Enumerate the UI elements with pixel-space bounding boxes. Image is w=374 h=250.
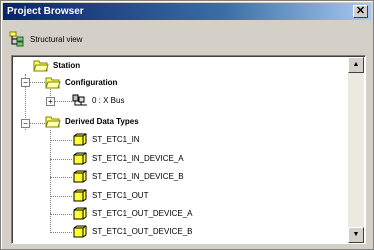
tree-node-derived-data-types[interactable]: Derived Data Types: [45, 115, 139, 128]
type-label: ST_ETC1_OUT_DEVICE_A: [92, 209, 193, 218]
structural-view-label[interactable]: Structural view: [30, 35, 82, 44]
collapse-configuration-toggle[interactable]: −: [21, 78, 30, 87]
tree-node-type[interactable]: ST_ETC1_OUT: [72, 189, 148, 202]
tree-connector: [50, 177, 72, 178]
folder-open-icon: [33, 59, 49, 72]
data-type-icon: [72, 225, 88, 238]
tree-connector: [50, 130, 51, 213]
tree-node-type[interactable]: ST_ETC1_IN: [72, 133, 140, 146]
data-type-icon: [72, 189, 88, 202]
data-type-icon: [72, 152, 88, 165]
tree-connector: [50, 196, 72, 197]
scroll-up-button[interactable]: ▲: [348, 57, 364, 73]
tree-node-station[interactable]: Station: [33, 59, 80, 72]
type-label: ST_ETC1_IN: [92, 135, 140, 144]
tree-node-type[interactable]: ST_ETC1_OUT_DEVICE_A: [72, 207, 192, 220]
type-label: ST_ETC1_IN_DEVICE_B: [92, 172, 184, 181]
type-label: ST_ETC1_OUT: [92, 191, 149, 200]
tree-connector: [50, 140, 72, 141]
tree-connector: [50, 214, 72, 215]
tree-connector: [50, 159, 72, 160]
station-label: Station: [53, 61, 81, 70]
tree-node-type[interactable]: ST_ETC1_IN_DEVICE_A: [72, 152, 184, 165]
tree-connector: [50, 232, 72, 233]
type-label: ST_ETC1_OUT_DEVICE_B: [92, 227, 193, 236]
vertical-scrollbar[interactable]: ▲ ▼: [348, 57, 364, 243]
title-bar[interactable]: Project Browser ✕: [3, 3, 371, 20]
tree-node-configuration[interactable]: Configuration: [45, 76, 117, 89]
type-label: ST_ETC1_IN_DEVICE_A: [92, 154, 184, 163]
folder-open-icon: [45, 115, 61, 128]
bus-label: 0 : X Bus: [92, 96, 125, 105]
tree-node-type[interactable]: ST_ETC1_OUT_DEVICE_B: [72, 225, 192, 238]
scroll-down-button[interactable]: ▼: [348, 227, 364, 243]
data-type-icon: [72, 133, 88, 146]
tree-node-type[interactable]: ST_ETC1_IN_DEVICE_B: [72, 170, 184, 183]
bus-icon: [72, 94, 88, 107]
close-button[interactable]: ✕: [353, 5, 368, 18]
folder-open-icon: [45, 76, 61, 89]
data-type-icon: [72, 207, 88, 220]
configuration-label: Configuration: [65, 78, 118, 87]
project-browser-window: Project Browser ✕ Structural view Statio…: [0, 0, 374, 250]
window-title: Project Browser: [7, 6, 84, 17]
view-toolbar: Structural view: [9, 28, 82, 50]
derived-data-types-label: Derived Data Types: [65, 117, 139, 126]
tree-structure-icon[interactable]: [9, 31, 25, 47]
data-type-icon: [72, 170, 88, 183]
collapse-derived-types-toggle[interactable]: −: [21, 119, 30, 128]
tree-node-bus[interactable]: 0 : X Bus: [72, 94, 124, 107]
tree-connector: [50, 213, 51, 233]
tree-panel: Station − Configuration + 0 : X Bus − De…: [11, 55, 366, 244]
expand-bus-toggle[interactable]: +: [46, 97, 55, 106]
